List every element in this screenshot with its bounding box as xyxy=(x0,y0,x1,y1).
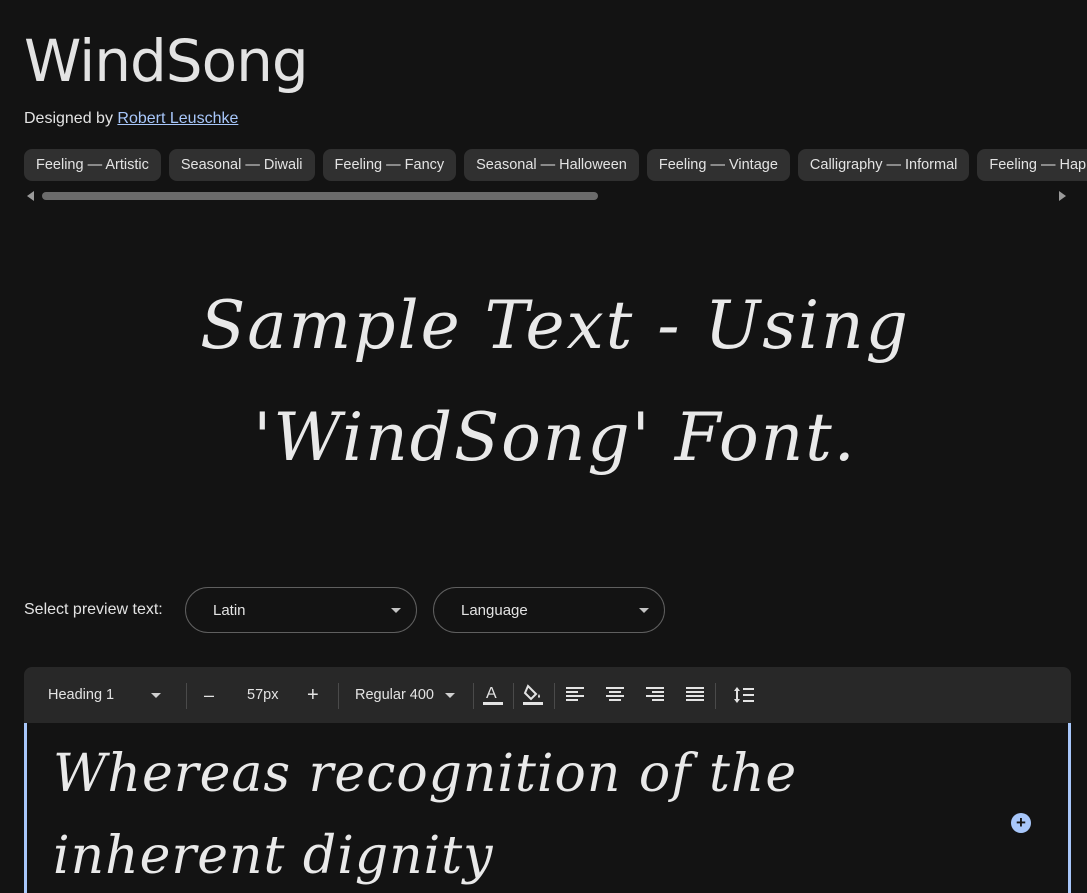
font-weight-select[interactable]: Regular 400 xyxy=(355,667,434,723)
increase-size-button[interactable]: + xyxy=(307,667,319,723)
fill-color-icon[interactable] xyxy=(522,683,544,707)
text-style-select[interactable]: Heading 1 xyxy=(48,667,114,723)
toolbar-divider xyxy=(715,683,716,709)
hero-preview-text: Sample Text - Using 'WindSong' Font. xyxy=(200,287,910,476)
designed-by-label: Designed by xyxy=(24,110,113,127)
toolbar-divider xyxy=(473,683,474,709)
toolbar-divider xyxy=(186,683,187,709)
align-right-icon[interactable] xyxy=(644,683,666,707)
tag-scroller: Feeling — Artistic Seasonal — Diwali Fee… xyxy=(24,149,1087,182)
chevron-down-icon xyxy=(391,608,401,613)
editor-text-area[interactable]: Whereas recognition of the inherent dign… xyxy=(24,723,1071,893)
tag-chip[interactable]: Feeling — Vintage xyxy=(646,149,790,181)
language-select-value: Language xyxy=(461,602,528,619)
chevron-down-icon xyxy=(639,608,649,613)
tag-chip[interactable]: Feeling — Fancy xyxy=(322,149,457,181)
text-color-icon[interactable]: A xyxy=(482,683,504,707)
select-preview-label: Select preview text: xyxy=(24,601,163,618)
scroll-left-arrow-icon[interactable] xyxy=(27,191,34,201)
align-justify-icon[interactable] xyxy=(684,683,706,707)
designer-link[interactable]: Robert Leuschke xyxy=(117,110,238,127)
language-select[interactable]: Language xyxy=(433,587,665,633)
font-size-value[interactable]: 57px xyxy=(247,667,278,723)
chevron-down-icon[interactable] xyxy=(445,693,455,698)
toolbar-divider xyxy=(554,683,555,709)
line-height-icon[interactable] xyxy=(732,683,756,707)
add-icon[interactable]: + xyxy=(1011,813,1031,833)
tag-chip[interactable]: Feeling — Artistic xyxy=(24,149,161,181)
tag-chip[interactable]: Seasonal — Diwali xyxy=(168,149,315,181)
editor-toolbar: Heading 1 – 57px + Regular 400 A xyxy=(24,667,1071,723)
tag-chip[interactable]: Feeling — Happy xyxy=(977,149,1087,181)
script-select-value: Latin xyxy=(213,602,246,619)
chevron-down-icon[interactable] xyxy=(151,693,161,698)
font-title: WindSong xyxy=(24,27,309,95)
designer-line: Designed by Robert Leuschke xyxy=(24,110,238,128)
horizontal-scrollbar[interactable] xyxy=(42,192,598,200)
svg-text:A: A xyxy=(486,685,497,702)
tag-chip[interactable]: Seasonal — Halloween xyxy=(464,149,639,181)
type-tester: Heading 1 – 57px + Regular 400 A Whereas… xyxy=(24,667,1071,893)
scroll-right-arrow-icon[interactable] xyxy=(1059,191,1066,201)
tag-chip[interactable]: Calligraphy — Informal xyxy=(797,149,970,181)
toolbar-divider xyxy=(338,683,339,709)
toolbar-divider xyxy=(513,683,514,709)
align-left-icon[interactable] xyxy=(564,683,586,707)
script-select[interactable]: Latin xyxy=(185,587,417,633)
align-center-icon[interactable] xyxy=(604,683,626,707)
decrease-size-button[interactable]: – xyxy=(204,667,214,723)
editor-text[interactable]: Whereas recognition of the inherent dign… xyxy=(53,733,813,893)
